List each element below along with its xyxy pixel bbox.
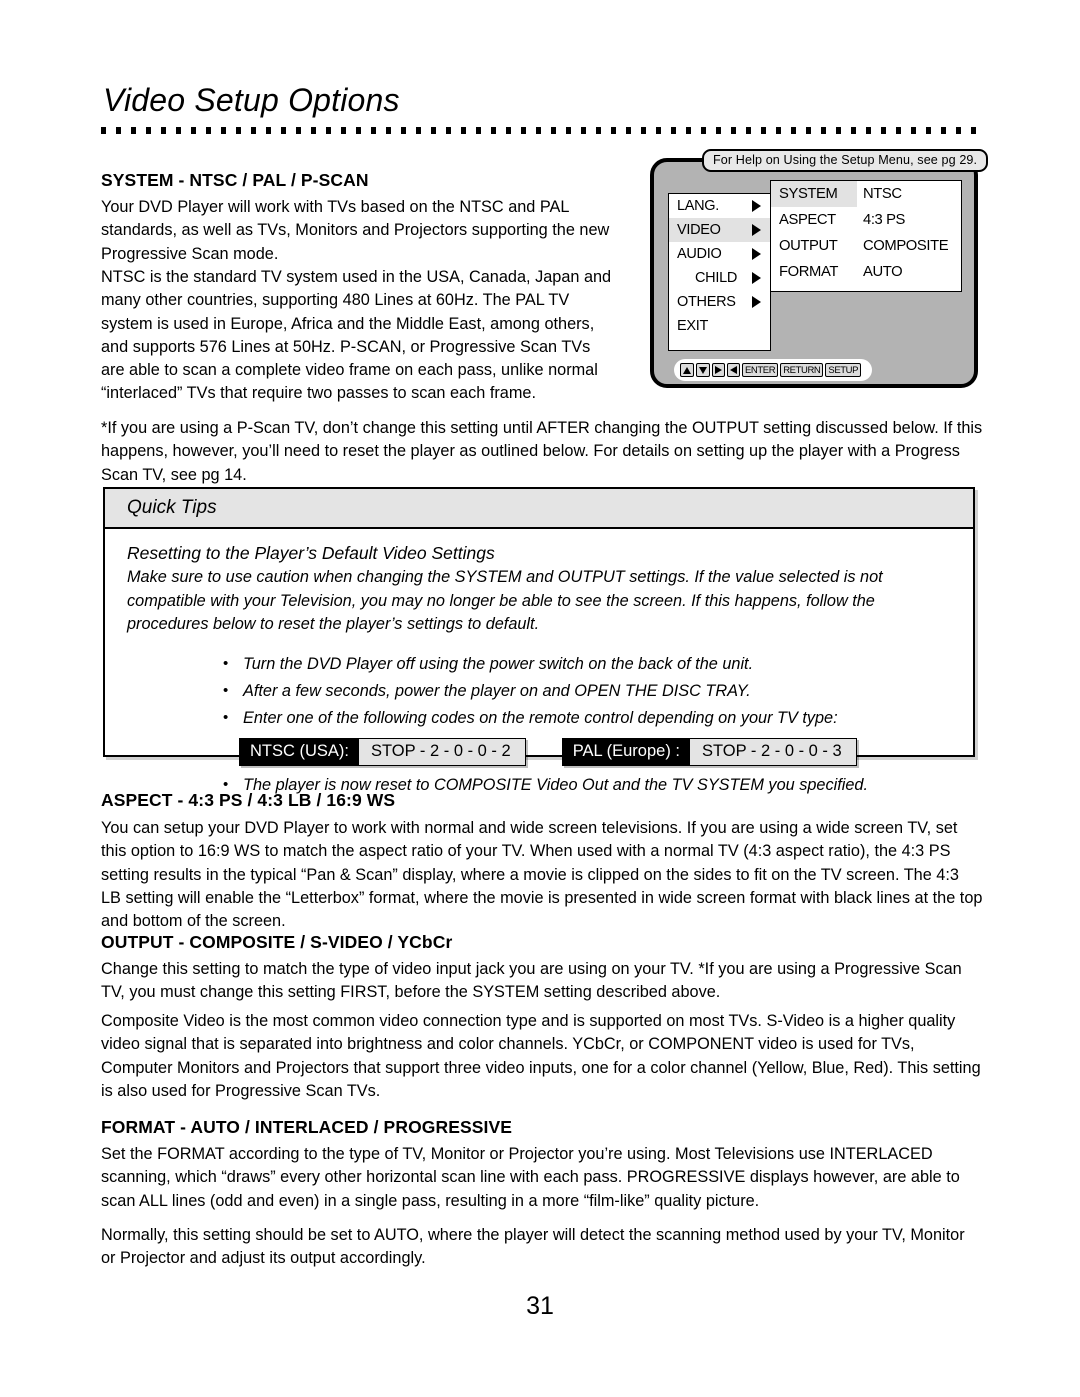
arrow-left-icon	[730, 366, 737, 374]
arrow-right-icon	[715, 366, 722, 374]
setup-menu-video-options-panel[interactable]: SYSTEM NTSC ASPECT 4:3 PS OUTPUT COMPOSI…	[770, 180, 962, 292]
format-paragraph-2: Normally, this setting should be set to …	[101, 1226, 965, 1268]
document-page: Video Setup Options SYSTEM - NTSC / PAL …	[0, 0, 1080, 1397]
setup-menu-item-exit[interactable]: EXIT	[669, 314, 770, 338]
section-heading-output: OUTPUT - COMPOSITE / S-VIDEO / YCbCr	[101, 932, 453, 952]
setup-option-output[interactable]: OUTPUT COMPOSITE	[771, 233, 961, 259]
chevron-right-icon	[752, 224, 761, 236]
setup-option-name: ASPECT	[779, 212, 836, 228]
reset-code-row: NTSC (USA): STOP - 2 - 0 - 0 - 2 PAL (Eu…	[239, 737, 951, 766]
setup-menu-item-child[interactable]: CHILD	[669, 266, 770, 290]
system-footnote: *If you are using a P-Scan TV, don’t cha…	[101, 419, 983, 484]
quick-tips-header-label: Quick Tips	[127, 497, 217, 518]
title-dotted-divider	[101, 127, 980, 134]
chevron-right-icon	[752, 248, 761, 260]
setup-menu-item-label: EXIT	[677, 318, 709, 334]
setup-option-format[interactable]: FORMAT AUTO	[771, 259, 961, 285]
page-title: Video Setup Options	[103, 82, 400, 118]
setup-menu-item-label: OTHERS	[677, 294, 736, 310]
quick-tips-intro: Make sure to use caution when changing t…	[127, 568, 883, 633]
quick-tips-body: Resetting to the Player’s Default Video …	[105, 529, 973, 799]
reset-code-label: NTSC (USA):	[240, 738, 359, 765]
setup-menu-left-panel[interactable]: LANG. VIDEO AUDIO CHILD OTHERS EXIT	[668, 193, 771, 351]
setup-menu-item-audio[interactable]: AUDIO	[669, 242, 770, 266]
arrow-up-icon	[683, 366, 691, 374]
chevron-right-icon	[752, 296, 761, 308]
setup-option-system[interactable]: SYSTEM NTSC	[771, 181, 961, 207]
setup-menu-item-label: CHILD	[695, 270, 738, 286]
system-paragraph-2: NTSC is the standard TV system used in t…	[101, 268, 612, 403]
nav-key-left[interactable]	[727, 363, 740, 377]
setup-option-value: NTSC	[863, 186, 902, 202]
setup-option-name: OUTPUT	[779, 238, 838, 254]
quick-tips-steps-list: Turn the DVD Player off using the power …	[127, 650, 951, 732]
system-paragraph-1: Your DVD Player will work with TVs based…	[101, 198, 610, 263]
reset-code-pal: PAL (Europe) : STOP - 2 - 0 - 0 - 3	[561, 737, 857, 766]
setup-menu-item-label: AUDIO	[677, 246, 722, 262]
quick-tips-box: Quick Tips Resetting to the Player’s Def…	[103, 487, 975, 798]
section-heading-system: SYSTEM - NTSC / PAL / P-SCAN	[101, 170, 369, 190]
page-number: 31	[526, 1292, 554, 1320]
setup-menu-item-label: LANG.	[677, 198, 720, 214]
setup-menu-item-lang[interactable]: LANG.	[669, 194, 770, 218]
setup-option-value: AUTO	[863, 264, 903, 280]
nav-key-enter[interactable]: ENTER	[742, 363, 779, 377]
aspect-paragraph-1: You can setup your DVD Player to work wi…	[101, 819, 983, 931]
chevron-right-icon	[752, 272, 761, 284]
setup-option-name: SYSTEM	[771, 181, 857, 207]
setup-option-name: FORMAT	[779, 264, 838, 280]
output-paragraph-1: Change this setting to match the type of…	[101, 960, 962, 1002]
format-paragraph-1: Set the FORMAT according to the type of …	[101, 1145, 960, 1210]
quick-tips-header: Quick Tips	[105, 489, 973, 529]
quick-tips-subtitle: Resetting to the Player’s Default Video …	[127, 543, 495, 563]
nav-key-up[interactable]	[680, 363, 694, 377]
section-heading-aspect: ASPECT - 4:3 PS / 4:3 LB / 16:9 WS	[101, 790, 396, 810]
help-tooltip: For Help on Using the Setup Menu, see pg…	[702, 149, 989, 172]
setup-menu-item-label: VIDEO	[677, 222, 721, 238]
setup-menu-item-video[interactable]: VIDEO	[669, 218, 770, 242]
nav-key-right[interactable]	[712, 363, 725, 377]
setup-menu-nav-key-bar: ENTER RETURN SETUP	[674, 359, 872, 381]
reset-code-label: PAL (Europe) :	[562, 738, 690, 765]
setup-menu-item-others[interactable]: OTHERS	[669, 290, 770, 314]
reset-code-value: STOP - 2 - 0 - 0 - 2	[359, 738, 525, 765]
chevron-right-icon	[752, 200, 761, 212]
reset-code-ntsc: NTSC (USA): STOP - 2 - 0 - 0 - 2	[239, 737, 526, 766]
reset-code-value: STOP - 2 - 0 - 0 - 3	[690, 738, 856, 765]
setup-option-value: 4:3 PS	[863, 212, 906, 228]
setup-option-aspect[interactable]: ASPECT 4:3 PS	[771, 207, 961, 233]
nav-key-down[interactable]	[696, 363, 710, 377]
nav-key-setup[interactable]: SETUP	[825, 363, 862, 377]
nav-key-return[interactable]: RETURN	[780, 363, 824, 377]
section-heading-format: FORMAT - AUTO / INTERLACED / PROGRESSIVE	[101, 1117, 513, 1137]
output-paragraph-2: Composite Video is the most common video…	[101, 1012, 981, 1100]
list-item: Turn the DVD Player off using the power …	[217, 650, 951, 678]
arrow-down-icon	[699, 366, 707, 374]
setup-option-value: COMPOSITE	[863, 238, 949, 254]
list-item: Enter one of the following codes on the …	[217, 704, 951, 732]
list-item: After a few seconds, power the player on…	[217, 677, 951, 705]
